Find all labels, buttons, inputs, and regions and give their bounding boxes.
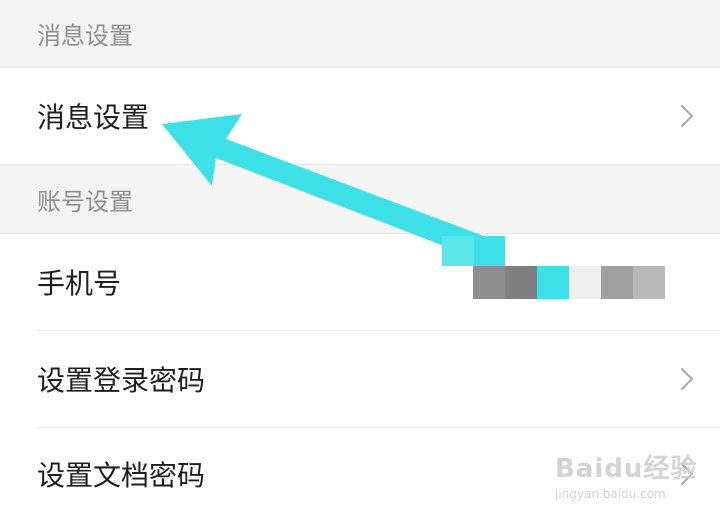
watermark-brand: Baidu经验 (555, 454, 698, 484)
watermark-url: jingyan.baidu.com (555, 487, 666, 501)
arrow-annotation (162, 114, 505, 266)
baidu-watermark: Baidu经验 jingyan.baidu.com (555, 448, 705, 508)
